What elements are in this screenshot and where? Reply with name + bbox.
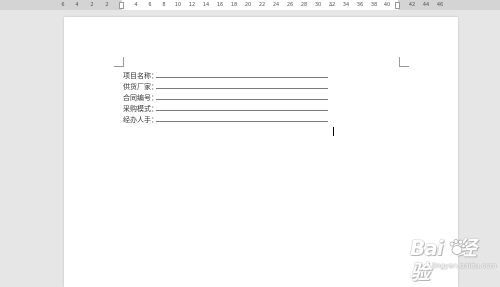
ruler-tick: 24 — [272, 2, 280, 8]
ruler-tick: 20 — [244, 2, 252, 8]
underline-field[interactable] — [156, 121, 328, 122]
form-block: 项目名称： 供货厂家： 合同编号： 采购模式： 经办人手： — [123, 69, 328, 124]
margin-corner-top-right — [399, 57, 409, 67]
ruler-tick: 36 — [356, 2, 364, 8]
ruler-tick: 10 — [174, 2, 182, 8]
ruler-tick: 18 — [230, 2, 238, 8]
baidu-jingyan-watermark: Bai 经验 jingyan.baidu.com — [410, 236, 497, 284]
field-label: 合同编号： — [123, 94, 158, 102]
ruler-tick: 42 — [408, 2, 416, 8]
watermark-url: jingyan.baidu.com — [432, 262, 497, 270]
field-label: 采购模式： — [123, 105, 158, 113]
ruler-tick: 28 — [300, 2, 308, 8]
ruler-tick: 14 — [202, 2, 210, 8]
ruler-tick: 34 — [342, 2, 350, 8]
ruler-tick: 2 — [105, 2, 109, 8]
form-row-supplier[interactable]: 供货厂家： — [123, 80, 328, 91]
ruler-tick: 40 — [383, 2, 391, 8]
ruler-tick: 22 — [258, 2, 266, 8]
ruler-tick: 6 — [148, 2, 152, 8]
ruler-tick: 4 — [75, 2, 79, 8]
paw-icon — [449, 239, 466, 255]
underline-field[interactable] — [156, 88, 328, 89]
ruler-tick: 4 — [134, 2, 138, 8]
form-row-purchase-mode[interactable]: 采购模式： — [123, 102, 328, 113]
document-page[interactable]: 项目名称： 供货厂家： 合同编号： 采购模式： 经办人手： — [64, 17, 458, 287]
field-label: 供货厂家： — [123, 83, 158, 91]
left-indent-marker[interactable] — [119, 2, 124, 9]
ruler-tick: 8 — [162, 2, 166, 8]
ruler-tick: 2 — [90, 2, 94, 8]
ruler-tick: 16 — [216, 2, 224, 8]
form-row-handler[interactable]: 经办人手： — [123, 113, 328, 124]
ruler-tick: 30 — [314, 2, 322, 8]
underline-field[interactable] — [156, 99, 328, 100]
ruler-tick: 46 — [436, 2, 444, 8]
text-cursor — [333, 127, 334, 136]
form-row-contract-number[interactable]: 合同编号： — [123, 91, 328, 102]
underline-field[interactable] — [156, 110, 328, 111]
ruler-tick: 6 — [61, 2, 65, 8]
ruler-tick: 38 — [370, 2, 378, 8]
underline-field[interactable] — [156, 77, 328, 78]
right-indent-marker[interactable] — [395, 2, 400, 9]
ruler-tick: 44 — [422, 2, 430, 8]
field-label: 经办人手： — [123, 116, 158, 124]
tab-stop-marker[interactable]: ⌙ — [329, 3, 334, 9]
field-label: 项目名称： — [123, 72, 158, 80]
ruler-tick: 26 — [286, 2, 294, 8]
horizontal-ruler[interactable]: 6 4 2 2 4 6 8 10 12 14 16 18 20 22 24 26… — [0, 0, 500, 10]
ruler-tick: 12 — [188, 2, 196, 8]
margin-corner-top-left — [114, 57, 124, 67]
form-row-project-name[interactable]: 项目名称： — [123, 69, 328, 80]
